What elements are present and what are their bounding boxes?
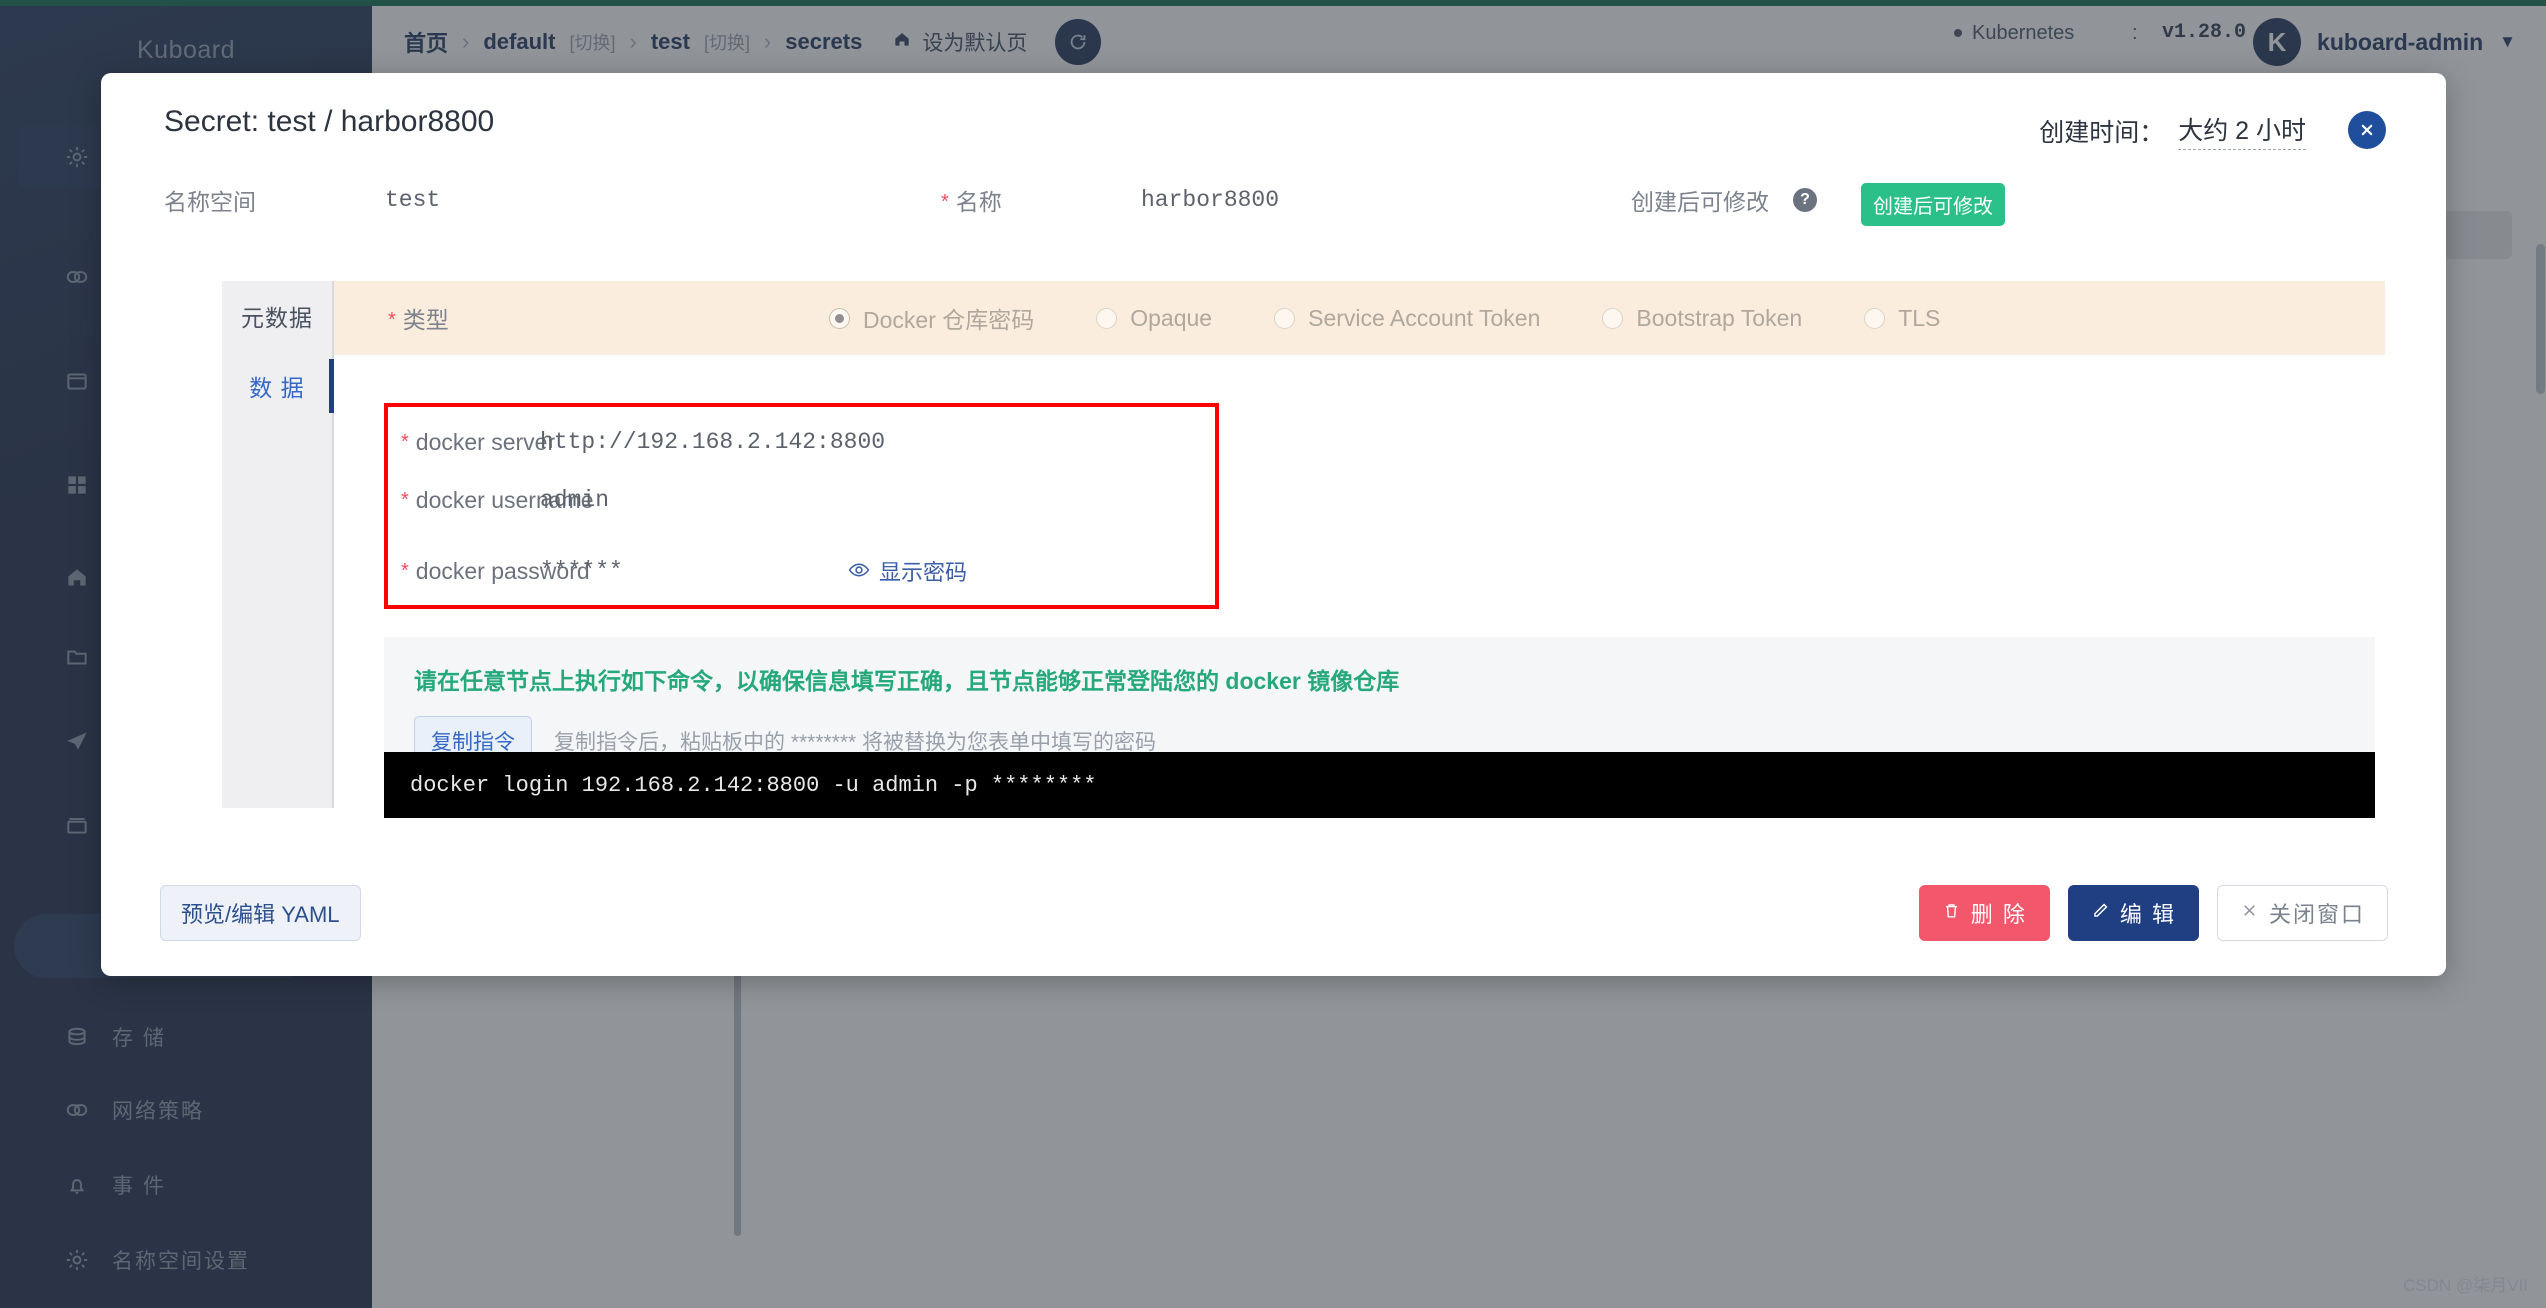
docker-server-label: docker server xyxy=(401,429,555,456)
type-label: 类型 xyxy=(388,301,449,335)
docker-server-row: docker server http://192.168.2.142:8800 xyxy=(388,421,1215,463)
radio-dot-icon xyxy=(1274,307,1296,329)
docker-credentials-box: docker server http://192.168.2.142:8800 … xyxy=(384,403,1219,609)
pencil-icon xyxy=(2091,900,2110,926)
docker-server-value: http://192.168.2.142:8800 xyxy=(540,429,886,455)
radio-docker-registry[interactable]: Docker 仓库密码 xyxy=(829,301,1034,335)
name-label: 名称 xyxy=(941,183,1002,217)
docker-username-row: docker username admin xyxy=(388,479,1215,521)
tab-metadata[interactable]: 元数据 xyxy=(222,281,332,351)
trash-icon xyxy=(1942,900,1961,926)
docker-password-row: docker password ****** 显示密码 xyxy=(388,550,1215,592)
docker-password-value: ****** xyxy=(540,558,623,584)
namespace-value: test xyxy=(385,187,441,213)
secret-detail-dialog: Secret: test / harbor8800 创建时间： 大约 2 小时 … xyxy=(101,73,2446,976)
show-password-label: 显示密码 xyxy=(879,560,968,585)
app-root: Kuboard de 集 集 xyxy=(0,0,2546,1308)
tab-metadata-label: 元数据 xyxy=(241,305,313,331)
page-title: Secret: test / harbor8800 xyxy=(164,105,495,138)
help-icon[interactable]: ? xyxy=(1793,188,1817,212)
meta-fields-row: 名称空间 test 名称 harbor8800 创建后可修改 ? 创建后可修改 xyxy=(101,169,2446,231)
command-preview: docker login 192.168.2.142:8800 -u admin… xyxy=(384,752,2375,818)
close-window-button[interactable]: 关闭窗口 xyxy=(2216,885,2388,941)
dialog-header: Secret: test / harbor8800 创建时间： 大约 2 小时 xyxy=(101,73,2446,181)
namespace-label: 名称空间 xyxy=(164,189,256,215)
radio-label: Service Account Token xyxy=(1308,304,1541,331)
secret-type-radio-group: Docker 仓库密码 Opaque Service Account Token… xyxy=(829,301,2002,335)
tab-data-label: 数 据 xyxy=(249,375,305,401)
delete-button[interactable]: 删 除 xyxy=(1918,885,2050,941)
edit-button-label: 编 辑 xyxy=(2119,902,2176,927)
radio-label: Bootstrap Token xyxy=(1636,304,1803,331)
eye-icon xyxy=(848,558,870,584)
data-panel: 类型 Docker 仓库密码 Opaque Service Account To… xyxy=(334,281,2385,818)
dialog-footer: 预览/编辑 YAML 删 除 编 辑 关闭窗口 xyxy=(101,866,2446,976)
name-value: harbor8800 xyxy=(1141,187,1280,213)
status-badge: 创建后可修改 xyxy=(1861,183,2005,226)
radio-dot-icon xyxy=(1864,307,1886,329)
show-password-link[interactable]: 显示密码 xyxy=(848,555,967,587)
radio-label: TLS xyxy=(1898,304,1941,331)
secret-type-row: 类型 Docker 仓库密码 Opaque Service Account To… xyxy=(334,281,2385,355)
modifiable-label: 创建后可修改 xyxy=(1631,189,1769,215)
delete-button-label: 删 除 xyxy=(1970,902,2027,927)
tip-title: 请在任意节点上执行如下命令，以确保信息填写正确，且节点能够正常登陆您的 dock… xyxy=(414,668,1400,694)
created-time-value: 大约 2 小时 xyxy=(2178,111,2306,150)
created-time-label: 创建时间： xyxy=(2039,118,2165,147)
preview-edit-yaml-button[interactable]: 预览/编辑 YAML xyxy=(160,885,361,941)
radio-dot-icon xyxy=(829,307,850,329)
close-icon[interactable] xyxy=(2348,111,2386,149)
tab-data[interactable]: 数 据 xyxy=(222,351,334,421)
radio-dot-icon xyxy=(1096,307,1118,329)
radio-tls[interactable]: TLS xyxy=(1864,305,1940,332)
close-x-icon xyxy=(2240,900,2259,926)
radio-bootstrap-token[interactable]: Bootstrap Token xyxy=(1602,305,1802,332)
radio-dot-icon xyxy=(1602,307,1624,329)
close-window-label: 关闭窗口 xyxy=(2268,902,2365,927)
footer-button-group: 删 除 编 辑 关闭窗口 xyxy=(1918,885,2388,941)
created-time: 创建时间： 大约 2 小时 xyxy=(2039,111,2306,150)
docker-username-value: admin xyxy=(540,487,610,513)
radio-label: Docker 仓库密码 xyxy=(863,307,1035,333)
radio-service-account-token[interactable]: Service Account Token xyxy=(1274,305,1540,332)
dialog-tabs: 元数据 数 据 xyxy=(222,281,334,808)
radio-label: Opaque xyxy=(1130,304,1213,331)
radio-opaque[interactable]: Opaque xyxy=(1096,305,1212,332)
edit-button[interactable]: 编 辑 xyxy=(2067,885,2199,941)
